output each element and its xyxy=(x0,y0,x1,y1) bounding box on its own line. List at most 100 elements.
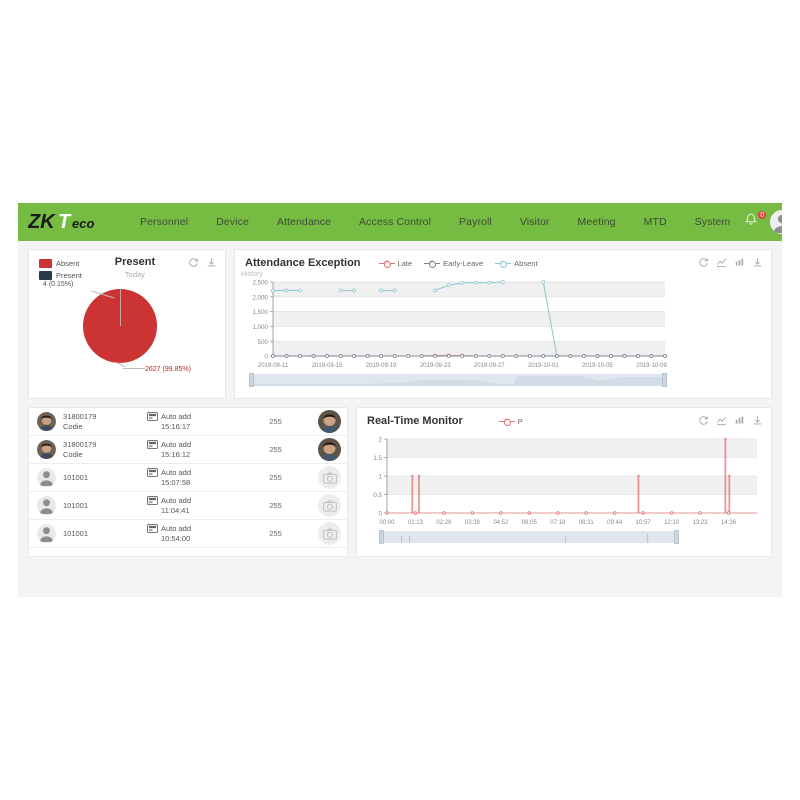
zkteco-logo[interactable]: ZK T eco xyxy=(28,207,112,237)
line-chart-icon[interactable] xyxy=(716,415,727,426)
row-identity: 31800179 Codie xyxy=(63,440,147,460)
nav-item-meeting[interactable]: Meeting xyxy=(564,216,630,228)
download-icon[interactable] xyxy=(752,257,763,268)
no-photo-camera-icon xyxy=(322,499,337,512)
realtime-data-zoom-slider[interactable] xyxy=(379,530,679,544)
auto-add-icon xyxy=(147,496,158,505)
row-identity: 31800179 Codie xyxy=(63,412,147,432)
no-photo-camera-icon xyxy=(322,471,337,484)
row-code: 255 xyxy=(269,529,282,538)
nav-item-mtd[interactable]: MTD xyxy=(630,216,681,228)
realtime-card-tools xyxy=(698,415,763,426)
real-time-monitor-chart[interactable]: 0 0.5 1 1.5 2 00:00 01:13 02:26 03:39 04:52 06:05 0… xyxy=(361,435,765,529)
row-code: 255 xyxy=(269,417,282,426)
row-id: 101001 xyxy=(63,500,89,510)
row-event-label: Auto add xyxy=(161,523,192,533)
row-capture-photo[interactable] xyxy=(318,438,341,461)
person-placeholder-icon xyxy=(39,471,54,487)
exception-chart-wrap: 0 500 1,000 1,500 2,000 2,500 2019-09-11 2019-0… xyxy=(235,278,771,372)
svg-text:2019-10-05: 2019-10-05 xyxy=(582,363,613,369)
row-time: 15:07:58 xyxy=(161,477,191,487)
nav-item-access-control[interactable]: Access Control xyxy=(345,216,445,228)
row-capture-photo[interactable] xyxy=(318,410,341,433)
auto-add-icon xyxy=(147,524,158,533)
attendance-list-card[interactable]: 31800179 Codie Auto add 15:16:17 255 318… xyxy=(28,407,348,557)
line-chart-icon[interactable] xyxy=(716,257,727,268)
nav-item-personnel[interactable]: Personnel xyxy=(126,216,202,228)
svg-text:09:44: 09:44 xyxy=(607,520,623,526)
exception-data-zoom-slider[interactable] xyxy=(249,373,667,387)
refresh-icon[interactable] xyxy=(188,257,199,268)
row-avatar xyxy=(37,524,56,543)
svg-text:2: 2 xyxy=(379,437,383,444)
table-row[interactable]: 101001 Auto add xyxy=(29,520,347,548)
legend-label-late: Late xyxy=(397,259,413,268)
exception-slider-handle-left[interactable] xyxy=(249,373,254,387)
svg-text:T: T xyxy=(58,211,72,233)
row-event-label: Auto add xyxy=(161,467,192,477)
attendance-exception-card: Attendance Exception Late Early-Leave Ab… xyxy=(234,249,772,399)
row-capture-photo[interactable] xyxy=(318,522,341,545)
bar-chart-icon[interactable] xyxy=(734,257,745,268)
no-photo-camera-icon xyxy=(322,527,337,540)
table-row[interactable]: 31800179 Codie Auto add xyxy=(29,408,347,436)
person-photo-icon xyxy=(37,412,56,431)
legend-item-early-leave[interactable]: Early-Leave xyxy=(424,259,483,268)
row-event: Auto add 15:16:17 xyxy=(147,412,233,432)
attendance-exception-chart[interactable]: 0 500 1,000 1,500 2,000 2,500 2019-09-11 2019-0… xyxy=(239,278,671,372)
row-avatar xyxy=(37,412,56,431)
row-event: Auto add 10:54:00 xyxy=(147,524,233,544)
row-event: Auto add 15:16:12 xyxy=(147,440,233,460)
legend-item-absent[interactable]: Absent xyxy=(39,259,82,268)
row-capture-photo[interactable] xyxy=(318,466,341,489)
present-legend: Absent Present xyxy=(39,257,82,280)
refresh-icon[interactable] xyxy=(698,415,709,426)
present-card: Absent Present Present Today 4 (0.15%) 2… xyxy=(28,249,226,399)
present-pie-chart[interactable] xyxy=(83,289,157,363)
table-row[interactable]: 31800179 Codie Auto add xyxy=(29,436,347,464)
auto-add-icon xyxy=(147,412,158,421)
nav-item-device[interactable]: Device xyxy=(202,216,263,228)
svg-text:02:26: 02:26 xyxy=(436,520,452,526)
download-icon[interactable] xyxy=(752,415,763,426)
row-id: 101001 xyxy=(63,528,89,538)
nav-item-system[interactable]: System xyxy=(681,216,745,228)
notifications-button[interactable]: 0 xyxy=(744,210,768,232)
row-id: 101001 xyxy=(63,472,89,482)
svg-text:1: 1 xyxy=(379,474,383,481)
svg-text:0: 0 xyxy=(379,511,383,518)
dashboard-body: Absent Present Present Today 4 (0.15%) 2… xyxy=(18,241,782,565)
pie-label-absent: 2627 (99.85%) xyxy=(145,366,191,373)
zkteco-logo-icon: ZK T eco xyxy=(28,211,94,233)
present-card-tools xyxy=(188,257,217,268)
svg-text:2,500: 2,500 xyxy=(253,280,269,287)
legend-label-present: Present xyxy=(56,271,82,280)
capture-photo-icon xyxy=(318,438,341,461)
nav-item-payroll[interactable]: Payroll xyxy=(445,216,506,228)
table-row[interactable]: 101001 Auto add xyxy=(29,464,347,492)
present-pie-area: 4 (0.15%) 2627 (99.85%) xyxy=(29,281,225,382)
realtime-slider-handle-left[interactable] xyxy=(379,530,384,544)
legend-item-present[interactable]: Present xyxy=(39,271,82,280)
legend-item-late[interactable]: Late xyxy=(378,259,413,268)
refresh-icon[interactable] xyxy=(698,257,709,268)
bar-chart-icon[interactable] xyxy=(734,415,745,426)
exception-slider-handle-right[interactable] xyxy=(662,373,667,387)
nav-item-visitor[interactable]: Visitor xyxy=(506,216,564,228)
download-icon[interactable] xyxy=(206,257,217,268)
svg-text:2,000: 2,000 xyxy=(253,294,269,301)
user-avatar[interactable] xyxy=(770,210,782,234)
pie-slice-present xyxy=(120,289,121,326)
realtime-slider-handle-right[interactable] xyxy=(674,530,679,544)
row-capture-photo[interactable] xyxy=(318,494,341,517)
svg-text:06:05: 06:05 xyxy=(522,520,538,526)
pie-leader-line-large xyxy=(123,368,145,369)
legend-item-absent[interactable]: Absent xyxy=(495,259,538,268)
nav-item-attendance[interactable]: Attendance xyxy=(263,216,345,228)
legend-item-p[interactable]: P xyxy=(498,417,523,426)
table-row[interactable]: 101001 Auto add xyxy=(29,492,347,520)
svg-text:2019-10-01: 2019-10-01 xyxy=(528,363,559,369)
realtime-card-title: Real-Time Monitor xyxy=(367,415,463,427)
svg-text:0.5: 0.5 xyxy=(373,492,382,499)
real-time-monitor-card: Real-Time Monitor P 0 0.5 1 1.5 2 00:00 … xyxy=(356,407,772,557)
